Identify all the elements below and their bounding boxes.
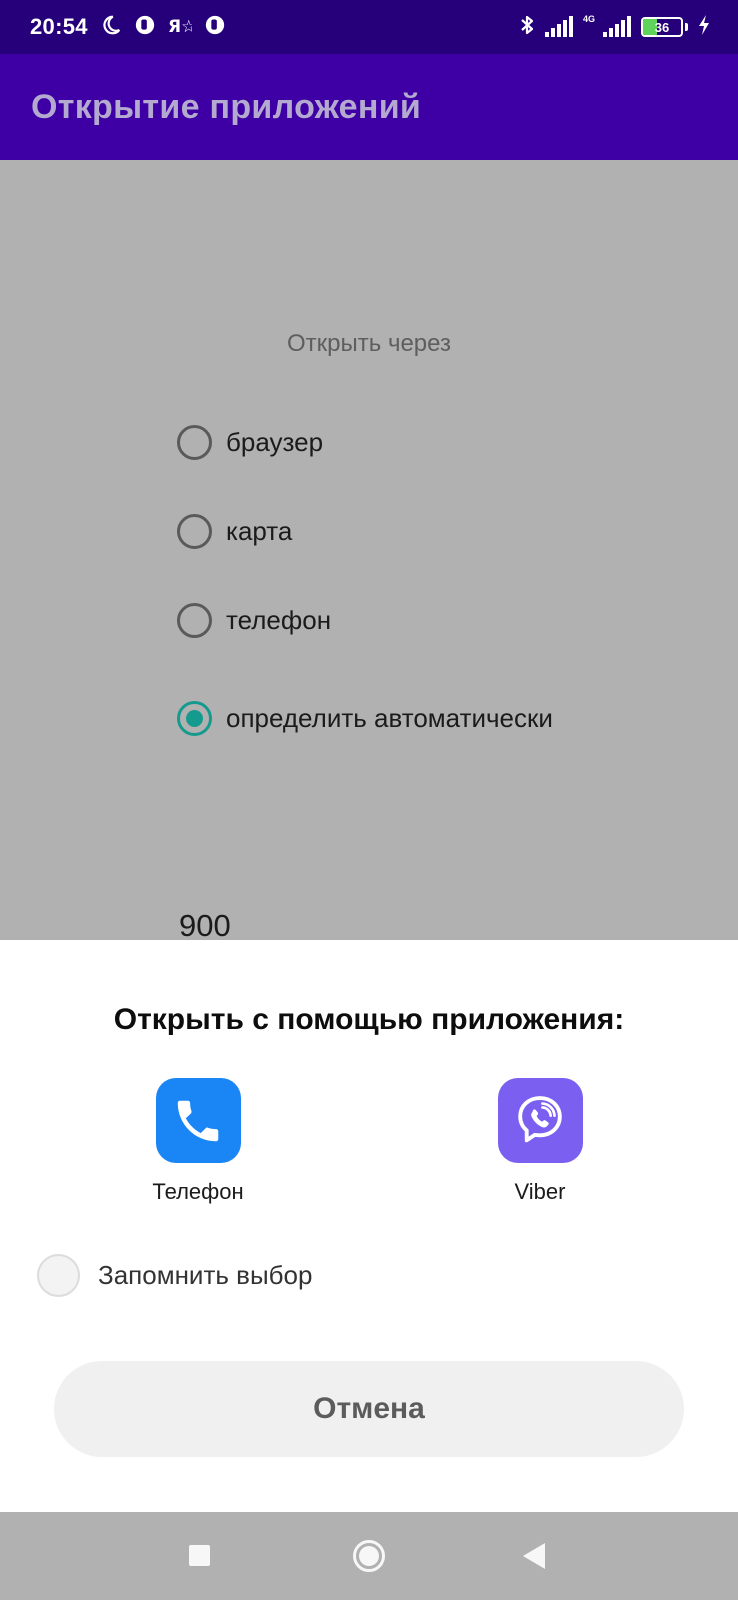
radio-label: карта — [226, 516, 293, 546]
network-type-label: 4G — [582, 14, 595, 24]
navigation-bar — [0, 1512, 738, 1600]
moon-icon — [100, 14, 122, 40]
app-chooser-sheet: Открыть с помощью приложения: Телефон Vi… — [0, 940, 738, 1512]
viber-icon[interactable] — [497, 1078, 583, 1163]
round-app-icon — [204, 14, 226, 41]
status-time: 20:54 — [30, 14, 88, 39]
app-bar: Открытие приложений — [0, 54, 738, 160]
app-title: Открытие приложений — [31, 87, 422, 126]
app-label: Телефон — [152, 1179, 244, 1204]
home-icon[interactable] — [353, 1540, 385, 1572]
charging-icon — [698, 14, 710, 40]
value-text: 900 — [179, 908, 231, 943]
radio-button-checked[interactable] — [177, 701, 212, 736]
home-icon-inner — [359, 1546, 379, 1566]
phone-icon[interactable] — [155, 1078, 241, 1163]
radio-button[interactable] — [177, 425, 212, 460]
radio-option-phone[interactable]: телефон — [177, 603, 331, 638]
battery-icon: 36 — [641, 17, 683, 37]
status-right: 4G 36 — [519, 13, 710, 42]
section-label: Открыть через — [287, 330, 451, 357]
radio-dot — [186, 710, 203, 727]
signal-strength-icon — [603, 16, 631, 37]
radio-button[interactable] — [177, 603, 212, 638]
recents-icon[interactable] — [189, 1545, 210, 1566]
app-label: Viber — [514, 1179, 566, 1204]
bluetooth-icon — [519, 13, 535, 42]
signal-strength-icon — [544, 16, 573, 37]
remember-label: Запомнить выбор — [98, 1260, 313, 1290]
status-bar: 20:54 Я☆ 4G 36 — [0, 0, 738, 54]
yandex-icon: Я☆ — [168, 14, 196, 41]
radio-option-browser[interactable]: браузер — [177, 425, 323, 460]
radio-option-map[interactable]: карта — [177, 514, 292, 549]
app-option-phone[interactable]: Телефон — [118, 1078, 278, 1205]
back-icon[interactable] — [523, 1543, 545, 1569]
radio-option-auto[interactable]: определить автоматически — [177, 701, 553, 736]
radio-label: определить автоматически — [226, 703, 553, 733]
battery-tip — [685, 23, 688, 31]
chooser-title: Открыть с помощью приложения: — [113, 1003, 625, 1036]
app-option-viber[interactable]: Viber — [460, 1078, 620, 1205]
remember-choice-option[interactable]: Запомнить выбор — [37, 1254, 312, 1297]
round-app-icon — [134, 14, 156, 41]
svg-text:Я☆: Я☆ — [168, 17, 192, 36]
radio-button[interactable] — [177, 514, 212, 549]
remember-checkbox[interactable] — [37, 1254, 80, 1297]
battery-level: 36 — [654, 19, 670, 35]
radio-label: браузер — [226, 427, 324, 457]
radio-label: телефон — [226, 605, 332, 635]
cancel-button[interactable]: Отмена — [54, 1361, 684, 1457]
content-area: Открыть через браузер карта телефон опре… — [0, 160, 738, 943]
status-left: 20:54 Я☆ — [30, 14, 226, 41]
